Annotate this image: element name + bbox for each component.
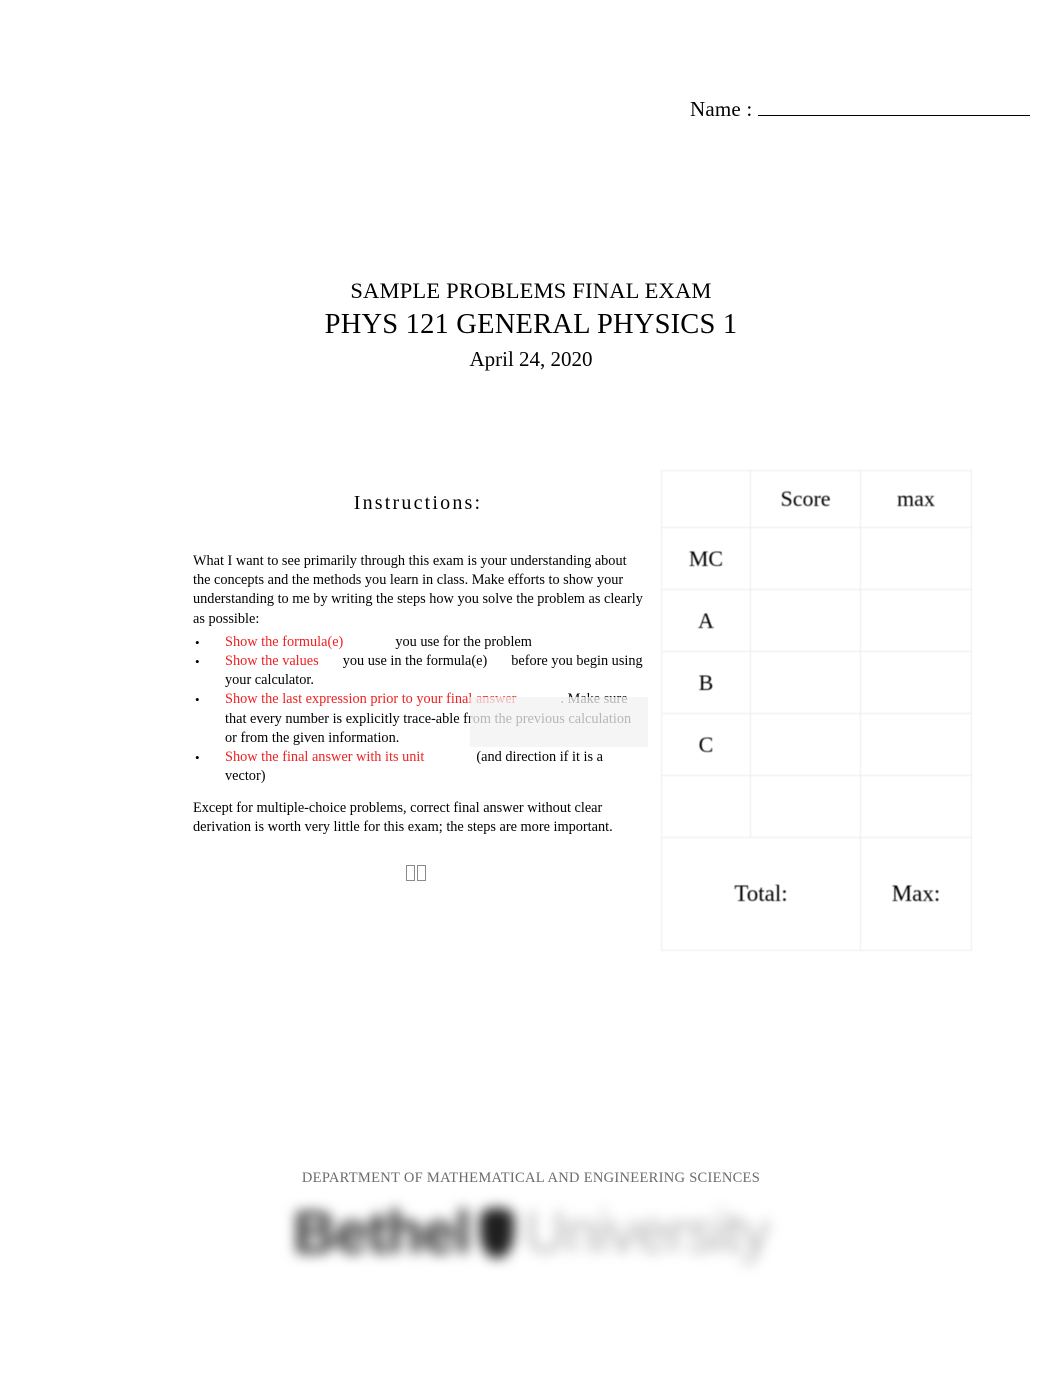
instructions-heading: Instructions: bbox=[193, 492, 643, 515]
instructions-intro-paragraph: What I want to see primarily through thi… bbox=[193, 553, 643, 627]
shield-icon bbox=[480, 1207, 515, 1258]
row-score-b[interactable] bbox=[750, 651, 861, 714]
page-title: PHYS 121 GENERAL PHYSICS 1 bbox=[324, 309, 738, 340]
name-field-row: Name : bbox=[690, 97, 1030, 122]
row-max-blank[interactable] bbox=[860, 775, 972, 838]
row-score-blank[interactable] bbox=[750, 775, 861, 838]
row-max-c[interactable] bbox=[860, 713, 972, 776]
exam-date: April 24, 2020 bbox=[469, 347, 593, 371]
instructions-body: What I want to see primarily through thi… bbox=[193, 552, 645, 786]
missing-glyph-box-2 bbox=[417, 864, 426, 881]
table-header-row: Score max bbox=[661, 470, 972, 528]
instructions-bullet-list: Show the formula(e) you use for the probl… bbox=[193, 633, 645, 787]
name-label: Name : bbox=[690, 97, 753, 121]
name-input-line[interactable] bbox=[758, 100, 1030, 116]
list-item: Show the last expression prior to your f… bbox=[193, 690, 645, 748]
total-label-cell[interactable]: Total: bbox=[661, 837, 861, 951]
table-header-blank bbox=[661, 470, 751, 528]
table-row bbox=[661, 775, 972, 838]
footer-department-text: DEPARTMENT OF MATHEMATICAL AND ENGINEERI… bbox=[301, 1170, 761, 1186]
instructions-heading-text: Instructions: bbox=[353, 492, 483, 514]
exam-title-block: SAMPLE PROBLEMS FINAL EXAM PHYS 121 GENE… bbox=[0, 276, 1062, 374]
list-item: Show the formula(e) you use for the probl… bbox=[193, 633, 645, 652]
row-max-a[interactable] bbox=[860, 589, 972, 652]
logo-inner: Bethel University bbox=[293, 1198, 770, 1267]
row-score-a[interactable] bbox=[750, 589, 861, 652]
table-header-max: max bbox=[860, 470, 972, 528]
bullet-1-emphasis: Show the formula(e) bbox=[225, 633, 344, 650]
row-label-c: C bbox=[661, 713, 751, 776]
bullet-2-emphasis: Show the values bbox=[225, 653, 319, 670]
list-item: Show the final answer with its unit(and … bbox=[193, 748, 645, 786]
missing-glyph-icon bbox=[406, 864, 428, 881]
row-label-mc: MC bbox=[661, 527, 751, 590]
missing-glyph-box-1 bbox=[406, 864, 415, 881]
max-label-cell[interactable]: Max: bbox=[860, 837, 972, 951]
table-row: B bbox=[661, 651, 972, 714]
row-label-a: A bbox=[661, 589, 751, 652]
row-max-b[interactable] bbox=[860, 651, 972, 714]
bullet-2-text: you use in the formula(e) bbox=[342, 653, 488, 670]
row-label-b: B bbox=[661, 651, 751, 714]
row-score-c[interactable] bbox=[750, 713, 861, 776]
logo-primary-text: Bethel bbox=[293, 1199, 471, 1266]
row-max-mc[interactable] bbox=[860, 527, 972, 590]
bullet-4-emphasis: Show the final answer with its unit bbox=[225, 749, 425, 766]
score-table: Score max MC A B C Total: Max: bbox=[661, 470, 972, 951]
university-logo: Bethel University bbox=[0, 1198, 1062, 1267]
bullet-3-emphasis: Show the last expression prior to your f… bbox=[225, 691, 517, 708]
table-row: C bbox=[661, 713, 972, 776]
table-row: MC bbox=[661, 527, 972, 590]
row-score-mc[interactable] bbox=[750, 527, 861, 590]
instructions-closing-paragraph: Except for multiple-choice problems, cor… bbox=[193, 800, 613, 836]
logo-secondary-text: University bbox=[524, 1200, 770, 1265]
list-item: Show the values you use in the formula(e)… bbox=[193, 652, 645, 690]
table-total-row: Total: Max: bbox=[661, 837, 972, 951]
row-label-blank bbox=[661, 775, 751, 838]
table-header-score: Score bbox=[750, 470, 861, 528]
bullet-1-text: you use for the problem bbox=[395, 633, 532, 650]
exam-subtitle: SAMPLE PROBLEMS FINAL EXAM bbox=[350, 278, 712, 303]
table-row: A bbox=[661, 589, 972, 652]
score-table-container: Score max MC A B C Total: Max: bbox=[661, 470, 972, 951]
